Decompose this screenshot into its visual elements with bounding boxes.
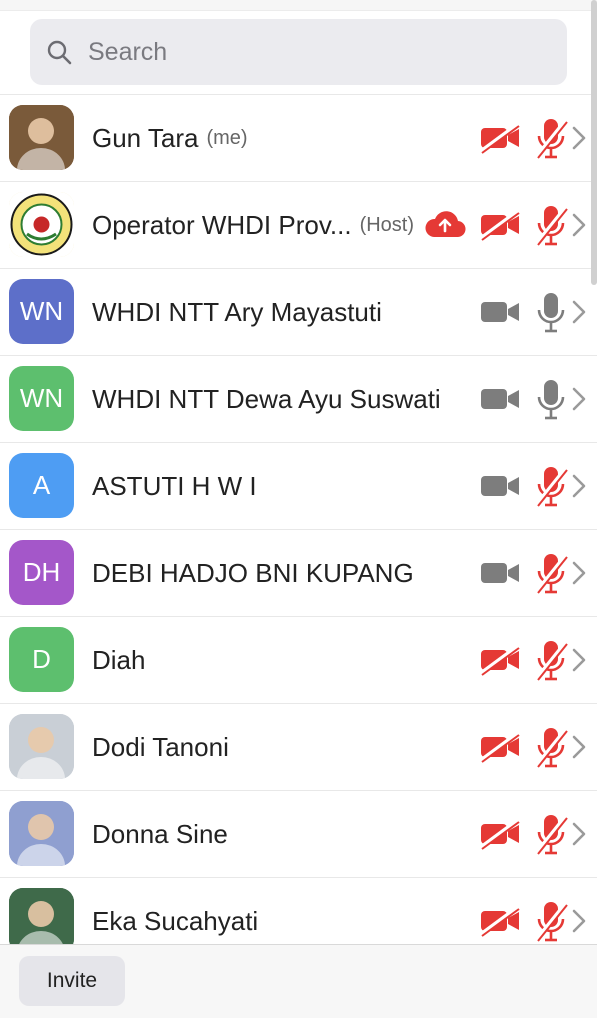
avatar	[9, 888, 74, 945]
participant-row[interactable]: Dodi Tanoni	[0, 704, 597, 791]
participant-name: Eka Sucahyati	[92, 878, 417, 945]
organization-seal-logo	[9, 192, 74, 257]
avatar-initials: WN	[19, 383, 64, 413]
avatar-initials: D	[32, 644, 51, 674]
search-bar[interactable]	[30, 19, 567, 85]
chevron-right-icon[interactable]	[570, 734, 588, 760]
participant-name: WHDI NTT Ary Mayastuti	[92, 269, 417, 356]
mic-muted-icon[interactable]	[533, 812, 569, 856]
participant-name: DEBI HADJO BNI KUPANG	[92, 530, 417, 617]
chevron-right-icon[interactable]	[570, 821, 588, 847]
top-strip	[0, 0, 597, 11]
scrollbar[interactable]	[591, 0, 597, 285]
mic-on-icon[interactable]	[533, 377, 569, 421]
participant-name-text: DEBI HADJO BNI KUPANG	[92, 558, 414, 588]
avatar-initials: A	[32, 470, 51, 500]
chevron-right-icon[interactable]	[570, 299, 588, 325]
chevron-right-icon[interactable]	[570, 647, 588, 673]
participant-name: Dodi Tanoni	[92, 704, 417, 791]
cloud-recording-icon	[425, 211, 466, 238]
participant-name-text: Gun Tara	[92, 123, 199, 153]
avatar-initials: DH	[22, 557, 61, 587]
search-icon	[47, 40, 72, 65]
participant-name-text: Dodi Tanoni	[92, 732, 229, 762]
participant-list: Gun Tara (me) Operator WHDI Prov... (Host)…	[0, 94, 597, 945]
chevron-right-icon[interactable]	[570, 125, 588, 151]
participant-name-text: Operator WHDI Prov...	[92, 210, 352, 240]
mic-muted-icon[interactable]	[533, 725, 569, 769]
video-on-icon[interactable]	[479, 383, 521, 415]
participant-name-text: Diah	[92, 645, 146, 675]
video-off-icon[interactable]	[479, 818, 521, 850]
participant-name: Gun Tara (me)	[92, 95, 417, 182]
participant-row[interactable]: D Diah	[0, 617, 597, 704]
chevron-right-icon[interactable]	[570, 212, 588, 238]
video-off-icon[interactable]	[479, 209, 521, 241]
chevron-right-icon[interactable]	[570, 386, 588, 412]
participant-row[interactable]: WN WHDI NTT Ary Mayastuti	[0, 269, 597, 356]
video-off-icon[interactable]	[479, 644, 521, 676]
mic-muted-icon[interactable]	[533, 638, 569, 682]
participant-role-tag: (Host)	[359, 214, 415, 236]
participant-name-text: ASTUTI H W I	[92, 471, 257, 501]
participant-name-text: WHDI NTT Dewa Ayu Suswati	[92, 384, 441, 414]
participant-name-text: Eka Sucahyati	[92, 906, 259, 936]
avatar	[9, 192, 74, 257]
chevron-right-icon[interactable]	[570, 473, 588, 499]
invite-button[interactable]: Invite	[19, 956, 125, 1006]
avatar-initials: WN	[19, 296, 64, 326]
avatar: A	[9, 453, 74, 518]
mic-on-icon[interactable]	[533, 290, 569, 334]
participant-name: Donna Sine	[92, 791, 417, 878]
participant-row[interactable]: Operator WHDI Prov... (Host)	[0, 182, 597, 269]
chevron-right-icon[interactable]	[570, 908, 588, 934]
participant-name: ASTUTI H W I	[92, 443, 417, 530]
participant-row[interactable]: Eka Sucahyati	[0, 878, 597, 945]
avatar-photo	[9, 888, 74, 945]
participant-role-tag: (me)	[206, 127, 248, 149]
participant-name-text: WHDI NTT Ary Mayastuti	[92, 297, 382, 327]
video-off-icon[interactable]	[479, 122, 521, 154]
participant-row[interactable]: Gun Tara (me)	[0, 95, 597, 182]
participant-row[interactable]: WN WHDI NTT Dewa Ayu Suswati	[0, 356, 597, 443]
mic-muted-icon[interactable]	[533, 203, 569, 247]
participant-row[interactable]: DH DEBI HADJO BNI KUPANG	[0, 530, 597, 617]
participant-name: Operator WHDI Prov... (Host)	[92, 182, 417, 269]
avatar	[9, 801, 74, 866]
participant-row[interactable]: A ASTUTI H W I	[0, 443, 597, 530]
avatar	[9, 105, 74, 170]
footer-bar: Invite	[0, 944, 597, 1018]
avatar: DH	[9, 540, 74, 605]
video-off-icon[interactable]	[479, 731, 521, 763]
mic-muted-icon[interactable]	[533, 116, 569, 160]
mic-muted-icon[interactable]	[533, 899, 569, 943]
participant-name: WHDI NTT Dewa Ayu Suswati	[92, 356, 441, 443]
participant-name-text: Donna Sine	[92, 819, 228, 849]
video-on-icon[interactable]	[479, 470, 521, 502]
avatar: WN	[9, 366, 74, 431]
avatar-photo	[9, 105, 74, 170]
avatar	[9, 714, 74, 779]
avatar-photo	[9, 714, 74, 779]
participants-screen: Gun Tara (me) Operator WHDI Prov... (Host)…	[0, 0, 597, 1018]
chevron-right-icon[interactable]	[570, 560, 588, 586]
participant-name: Diah	[92, 617, 417, 704]
avatar: D	[9, 627, 74, 692]
search-input[interactable]	[86, 36, 530, 68]
avatar: WN	[9, 279, 74, 344]
mic-muted-icon[interactable]	[533, 551, 569, 595]
video-off-icon[interactable]	[479, 905, 521, 937]
mic-muted-icon[interactable]	[533, 464, 569, 508]
avatar-photo	[9, 801, 74, 866]
video-on-icon[interactable]	[479, 296, 521, 328]
participant-row[interactable]: Donna Sine	[0, 791, 597, 878]
video-on-icon[interactable]	[479, 557, 521, 589]
